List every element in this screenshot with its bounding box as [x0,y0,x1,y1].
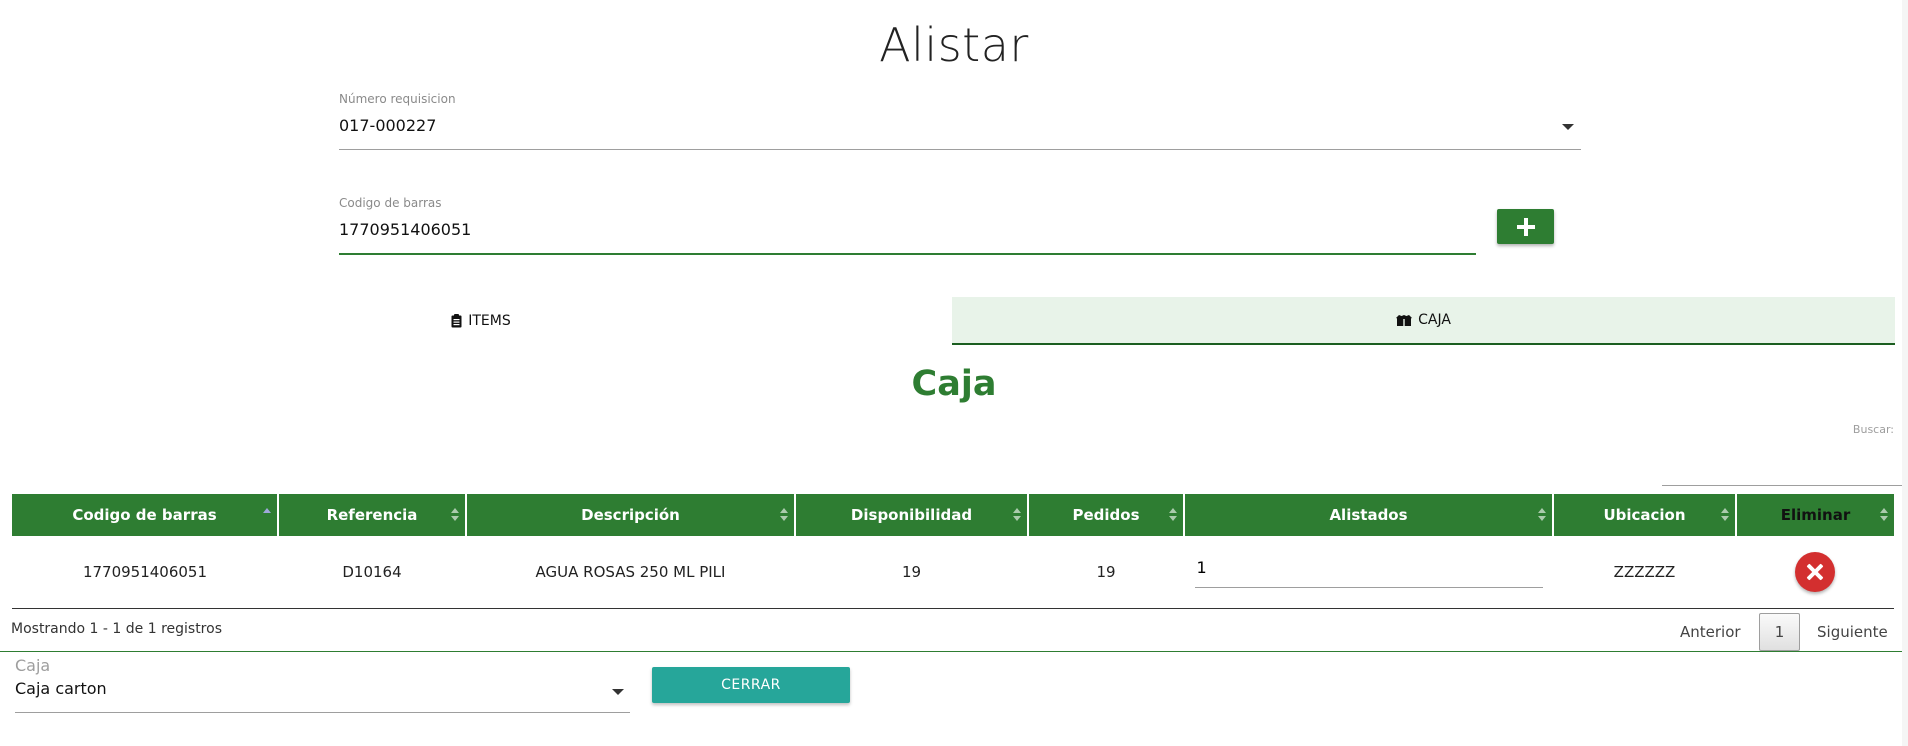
col-header-disponibilidad[interactable]: Disponibilidad [795,494,1029,536]
col-header-ubicacion[interactable]: Ubicacion [1553,494,1737,536]
sort-icon [1169,508,1177,522]
cell-descripcion: AGUA ROSAS 250 ML PILI [466,536,795,609]
col-header-alistados[interactable]: Alistados [1184,494,1554,536]
clipboard-icon [451,314,462,328]
chevron-down-icon[interactable] [1562,124,1574,130]
col-header-pedidos[interactable]: Pedidos [1028,494,1185,536]
cell-codigo: 1770951406051 [12,536,278,609]
delete-button[interactable] [1795,551,1835,592]
col-header-codigo[interactable]: Codigo de barras [12,494,279,536]
barcode-label: Codigo de barras [339,196,442,210]
search-input[interactable] [1662,440,1902,486]
cell-alistados [1184,536,1553,609]
col-header-label: Pedidos [1072,506,1140,524]
cell-disponibilidad: 19 [795,536,1028,609]
box-icon [1396,314,1413,326]
col-header-descripcion[interactable]: Descripción [466,494,796,536]
tab-items[interactable]: ITEMS [10,297,952,345]
sort-icon [1013,508,1021,522]
barcode-input[interactable]: 1770951406051 [339,220,471,239]
chevron-down-icon[interactable] [612,689,624,695]
caja-label: Caja [15,656,51,675]
col-header-referencia[interactable]: Referencia [278,494,467,536]
col-header-label: Referencia [326,506,418,524]
tab-caja[interactable]: CAJA [952,297,1895,345]
caja-underline [15,712,630,713]
sort-icon [1721,508,1729,522]
col-header-label: Eliminar [1780,506,1851,524]
alistados-input[interactable] [1194,547,1543,588]
col-header-eliminar[interactable]: Eliminar [1736,494,1894,536]
sort-icon [1538,508,1546,522]
caja-select[interactable]: Caja carton [15,679,107,698]
page-title: Alistar [879,18,1029,72]
pagination-page-1[interactable]: 1 [1759,613,1800,651]
close-icon [1806,563,1824,581]
plus-icon [1516,217,1535,236]
sort-icon [451,508,459,522]
table-header-row: Codigo de barras Referencia Descripción … [12,494,1894,536]
sort-icon [1880,508,1888,522]
col-header-label: Codigo de barras [72,506,217,524]
requisicion-underline [339,149,1581,150]
caja-table: Codigo de barras Referencia Descripción … [12,494,1894,609]
divider [0,651,1908,652]
cell-referencia: D10164 [278,536,466,609]
requisicion-label: Número requisicion [339,92,456,106]
scrollbar[interactable] [1902,0,1908,746]
barcode-underline [339,253,1476,255]
col-header-label: Alistados [1329,506,1408,524]
col-header-label: Disponibilidad [850,506,973,524]
cell-eliminar [1736,536,1894,609]
cell-ubicacion: ZZZZZZ [1553,536,1736,609]
tab-items-label: ITEMS [468,313,511,329]
section-title: Caja [911,364,997,404]
tab-caja-label: CAJA [1418,312,1451,328]
col-header-label: Ubicacion [1603,506,1686,524]
col-header-label: Descripción [581,506,680,524]
pagination-next[interactable]: Siguiente [1817,613,1888,651]
search-label: Buscar: [1852,423,1894,436]
sort-asc-icon [263,508,271,522]
add-button[interactable] [1497,209,1554,244]
cerrar-button[interactable]: CERRAR [652,667,850,703]
pagination-prev[interactable]: Anterior [1680,613,1741,651]
table-info: Mostrando 1 - 1 de 1 registros [11,621,222,637]
sort-icon [780,508,788,522]
requisicion-select[interactable]: 017-000227 [339,116,436,135]
table-row: 1770951406051 D10164 AGUA ROSAS 250 ML P… [12,536,1894,609]
cell-pedidos: 19 [1028,536,1184,609]
